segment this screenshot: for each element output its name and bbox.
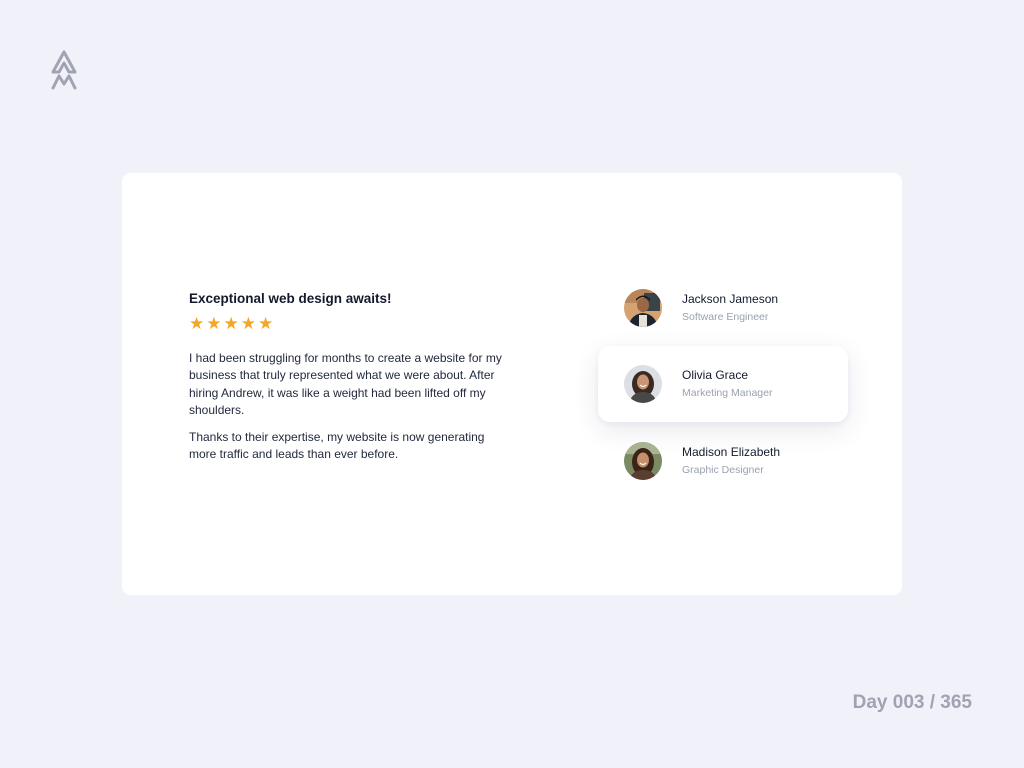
person-name: Madison Elizabeth: [682, 445, 781, 459]
review-paragraph: I had been struggling for months to crea…: [189, 351, 502, 417]
review-title: Exceptional web design awaits!: [189, 291, 392, 306]
review-section: Exceptional web design awaits! ★ ★ ★ ★ ★…: [189, 290, 509, 464]
testimonial-card: Exceptional web design awaits! ★ ★ ★ ★ ★…: [122, 173, 902, 595]
review-paragraph: Thanks to their expertise, my website is…: [189, 430, 485, 462]
star-rating: ★ ★ ★ ★ ★: [189, 314, 509, 334]
person-role: Marketing Manager: [682, 387, 773, 399]
star-icon: ★: [206, 314, 222, 334]
testimonial-person[interactable]: Madison Elizabeth Graphic Designer: [624, 442, 780, 480]
star-icon: ★: [240, 314, 256, 334]
logo-icon: [50, 50, 78, 90]
avatar-photo-icon: [624, 365, 662, 403]
person-name: Olivia Grace: [682, 368, 749, 382]
testimonial-person[interactable]: Jackson Jameson Software Engineer: [624, 289, 778, 327]
testimonial-person-selected[interactable]: Olivia Grace Marketing Manager: [624, 365, 772, 403]
avatar-photo-icon: [624, 289, 662, 327]
day-counter: Day 003 / 365: [852, 692, 972, 713]
person-role: Graphic Designer: [682, 464, 764, 476]
star-icon: ★: [258, 314, 274, 334]
star-icon: ★: [223, 314, 239, 334]
avatar: [624, 365, 662, 403]
avatar-photo-icon: [624, 442, 662, 480]
avatar: [624, 442, 662, 480]
person-role: Software Engineer: [682, 311, 769, 323]
star-icon: ★: [189, 314, 205, 334]
avatar: [624, 289, 662, 327]
person-name: Jackson Jameson: [682, 292, 779, 306]
